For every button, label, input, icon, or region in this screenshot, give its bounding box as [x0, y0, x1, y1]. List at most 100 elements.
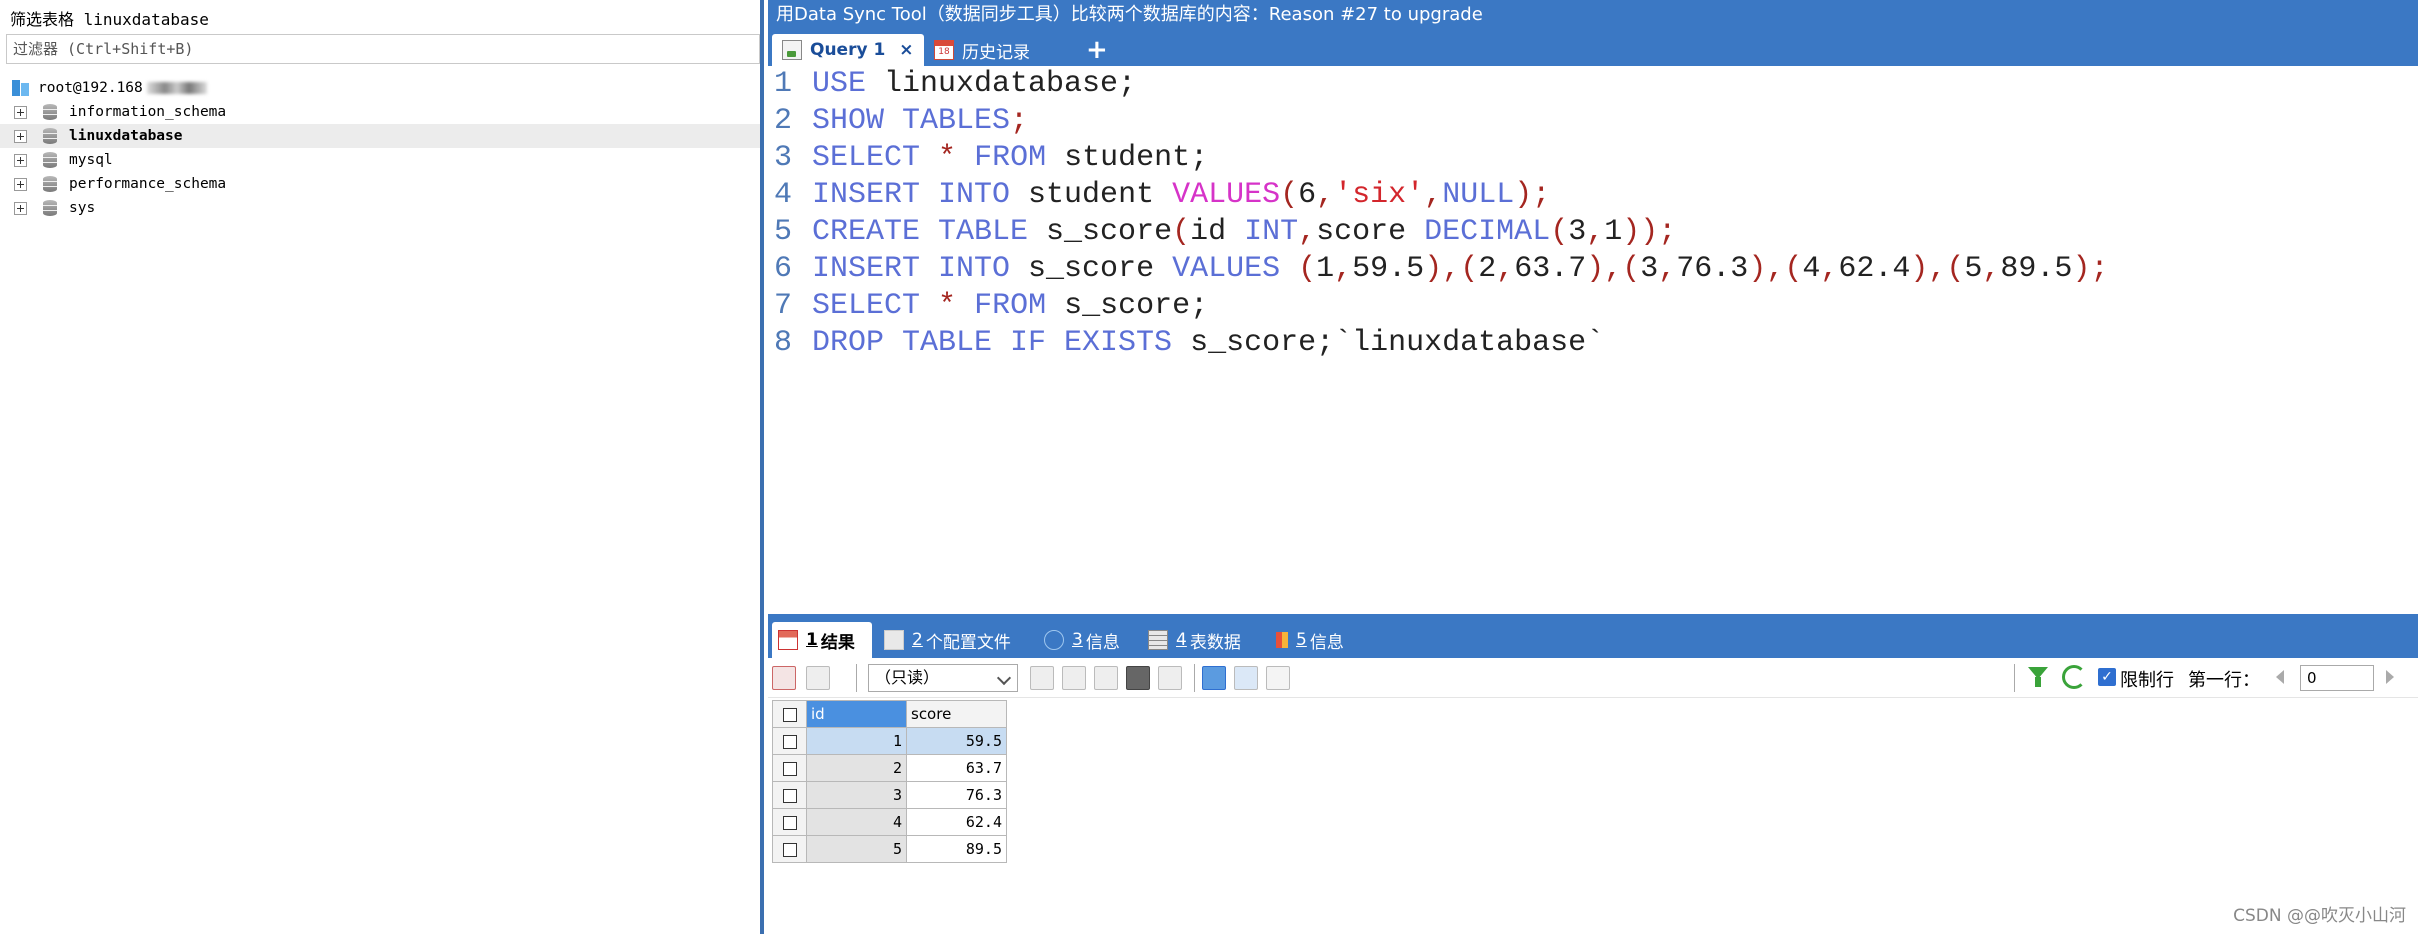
- filter-icon[interactable]: [2026, 665, 2050, 689]
- info-chart-icon: [1276, 632, 1288, 648]
- cell-score[interactable]: 63.7: [906, 754, 1007, 782]
- cell-score[interactable]: 62.4: [906, 808, 1007, 836]
- query-panel: 用Data Sync Tool（数据同步工具）比较两个数据库的内容：Reason…: [768, 0, 2418, 934]
- cell-id[interactable]: 4: [806, 808, 907, 836]
- column-header-id[interactable]: id: [806, 700, 907, 728]
- tree-db-sys[interactable]: sys: [0, 196, 760, 220]
- line-number: 1: [774, 67, 793, 101]
- redacted-ip: [146, 82, 207, 94]
- query-icon: [782, 40, 802, 60]
- cell-id[interactable]: 2: [806, 754, 907, 782]
- row-checkbox[interactable]: [772, 781, 807, 809]
- database-tree: root@192.168 information_schema linuxdat…: [0, 76, 760, 220]
- limit-rows-checkbox[interactable]: ✓: [2098, 668, 2116, 686]
- upgrade-banner[interactable]: 用Data Sync Tool（数据同步工具）比较两个数据库的内容：Reason…: [768, 0, 2418, 30]
- server-icon: [10, 78, 30, 98]
- filter-input[interactable]: 过滤器 (Ctrl+Shift+B): [6, 34, 760, 64]
- result-icon: [778, 630, 798, 650]
- tab-info-2[interactable]: 5 信息: [1276, 622, 1344, 658]
- cell-score[interactable]: 89.5: [906, 835, 1007, 863]
- table-row[interactable]: 1 59.5: [772, 727, 1007, 755]
- text-view-icon[interactable]: [1266, 666, 1290, 690]
- limit-rows-label: 限制行: [2120, 670, 2174, 691]
- readonly-select[interactable]: （只读）: [868, 664, 1018, 692]
- add-row-icon[interactable]: [772, 666, 796, 690]
- tab-table-data-label: 表数据: [1189, 632, 1241, 653]
- line-number: 2: [774, 104, 793, 138]
- first-row-label: 第一行：: [2188, 670, 2260, 691]
- cell-score[interactable]: 76.3: [906, 781, 1007, 809]
- code-line: 2 SHOW TABLES;: [768, 103, 1028, 140]
- line-number: 3: [774, 141, 793, 175]
- database-icon: [41, 103, 59, 121]
- database-icon: [41, 175, 59, 193]
- info-icon: [1044, 630, 1064, 650]
- code-line: 5 CREATE TABLE s_score(id INT,score DECIM…: [768, 214, 1676, 251]
- tab-history-label: 历史记录: [962, 42, 1030, 63]
- db-label: mysql: [69, 152, 113, 168]
- tab-history[interactable]: 18 历史记录: [928, 34, 1030, 66]
- insert-row-icon[interactable]: [1030, 666, 1054, 690]
- table-row[interactable]: 4 62.4: [772, 808, 1007, 836]
- discard-icon[interactable]: [1158, 666, 1182, 690]
- expand-icon[interactable]: [14, 129, 27, 143]
- row-checkbox[interactable]: [772, 835, 807, 863]
- prev-page-icon[interactable]: [2276, 670, 2284, 684]
- select-all-checkbox[interactable]: [772, 700, 807, 728]
- tab-info-2-label: 信息: [1309, 632, 1344, 653]
- result-grid[interactable]: id score 1 59.5 2 63.7 3 76.3 4 62.4 5 8…: [772, 700, 1007, 863]
- tab-info[interactable]: 3 信息: [1044, 622, 1120, 658]
- tab-profile[interactable]: 2 个配置文件: [884, 622, 1011, 658]
- code-line: 7 SELECT * FROM s_score;: [768, 288, 1208, 325]
- cell-id[interactable]: 5: [806, 835, 907, 863]
- expand-icon[interactable]: [14, 201, 27, 215]
- export-icon[interactable]: [806, 666, 830, 690]
- tree-db-mysql[interactable]: mysql: [0, 148, 760, 172]
- expand-icon[interactable]: [14, 105, 27, 119]
- tree-db-information-schema[interactable]: information_schema: [0, 100, 760, 124]
- database-icon: [41, 127, 59, 145]
- cell-id[interactable]: 1: [806, 727, 907, 755]
- row-checkbox[interactable]: [772, 754, 807, 782]
- connection-label: root@192.168: [38, 80, 143, 96]
- sql-editor[interactable]: 1 USE linuxdatabase; 2 SHOW TABLES; 3 SELEC…: [768, 66, 2418, 614]
- grid-view-icon[interactable]: [1202, 666, 1226, 690]
- save-icon[interactable]: [1094, 666, 1118, 690]
- next-page-icon[interactable]: [2386, 670, 2394, 684]
- expand-icon[interactable]: [14, 177, 27, 191]
- code-line: 3 SELECT * FROM student;: [768, 140, 1208, 177]
- table-row[interactable]: 3 76.3: [772, 781, 1007, 809]
- column-header-score[interactable]: score: [906, 700, 1007, 728]
- tab-profile-num: 2: [912, 630, 923, 650]
- tree-db-performance-schema[interactable]: performance_schema: [0, 172, 760, 196]
- row-checkbox[interactable]: [772, 727, 807, 755]
- tab-query-1[interactable]: Query 1 ×: [772, 34, 924, 66]
- tree-connection[interactable]: root@192.168: [0, 76, 760, 100]
- close-icon[interactable]: ×: [899, 40, 913, 60]
- calendar-icon: 18: [934, 40, 954, 60]
- database-icon: [41, 199, 59, 217]
- cell-id[interactable]: 3: [806, 781, 907, 809]
- tree-db-linuxdatabase[interactable]: linuxdatabase: [0, 124, 760, 148]
- row-checkbox[interactable]: [772, 808, 807, 836]
- expand-icon[interactable]: [14, 153, 27, 167]
- tab-table-data[interactable]: 4 表数据: [1148, 622, 1241, 658]
- form-view-icon[interactable]: [1234, 666, 1258, 690]
- watermark: CSDN @@吹灭小山河: [2233, 906, 2406, 926]
- table-row[interactable]: 2 63.7: [772, 754, 1007, 782]
- duplicate-row-icon[interactable]: [1062, 666, 1086, 690]
- tab-info-num: 3: [1072, 630, 1083, 650]
- delete-icon[interactable]: [1126, 666, 1150, 690]
- filter-title: 筛选表格 linuxdatabase: [10, 10, 209, 29]
- object-browser-panel: 筛选表格 linuxdatabase 过滤器 (Ctrl+Shift+B) ro…: [0, 0, 764, 934]
- first-row-input[interactable]: 0: [2300, 665, 2374, 691]
- tab-result[interactable]: 1 结果: [772, 622, 872, 658]
- refresh-icon[interactable]: [2062, 665, 2086, 689]
- grid-header-row: id score: [772, 700, 1007, 728]
- line-number: 4: [774, 178, 793, 212]
- db-label: linuxdatabase: [69, 128, 183, 144]
- table-row[interactable]: 5 89.5: [772, 835, 1007, 863]
- cell-score[interactable]: 59.5: [906, 727, 1007, 755]
- db-label: sys: [69, 200, 96, 216]
- add-tab-icon[interactable]: +: [1086, 34, 1108, 66]
